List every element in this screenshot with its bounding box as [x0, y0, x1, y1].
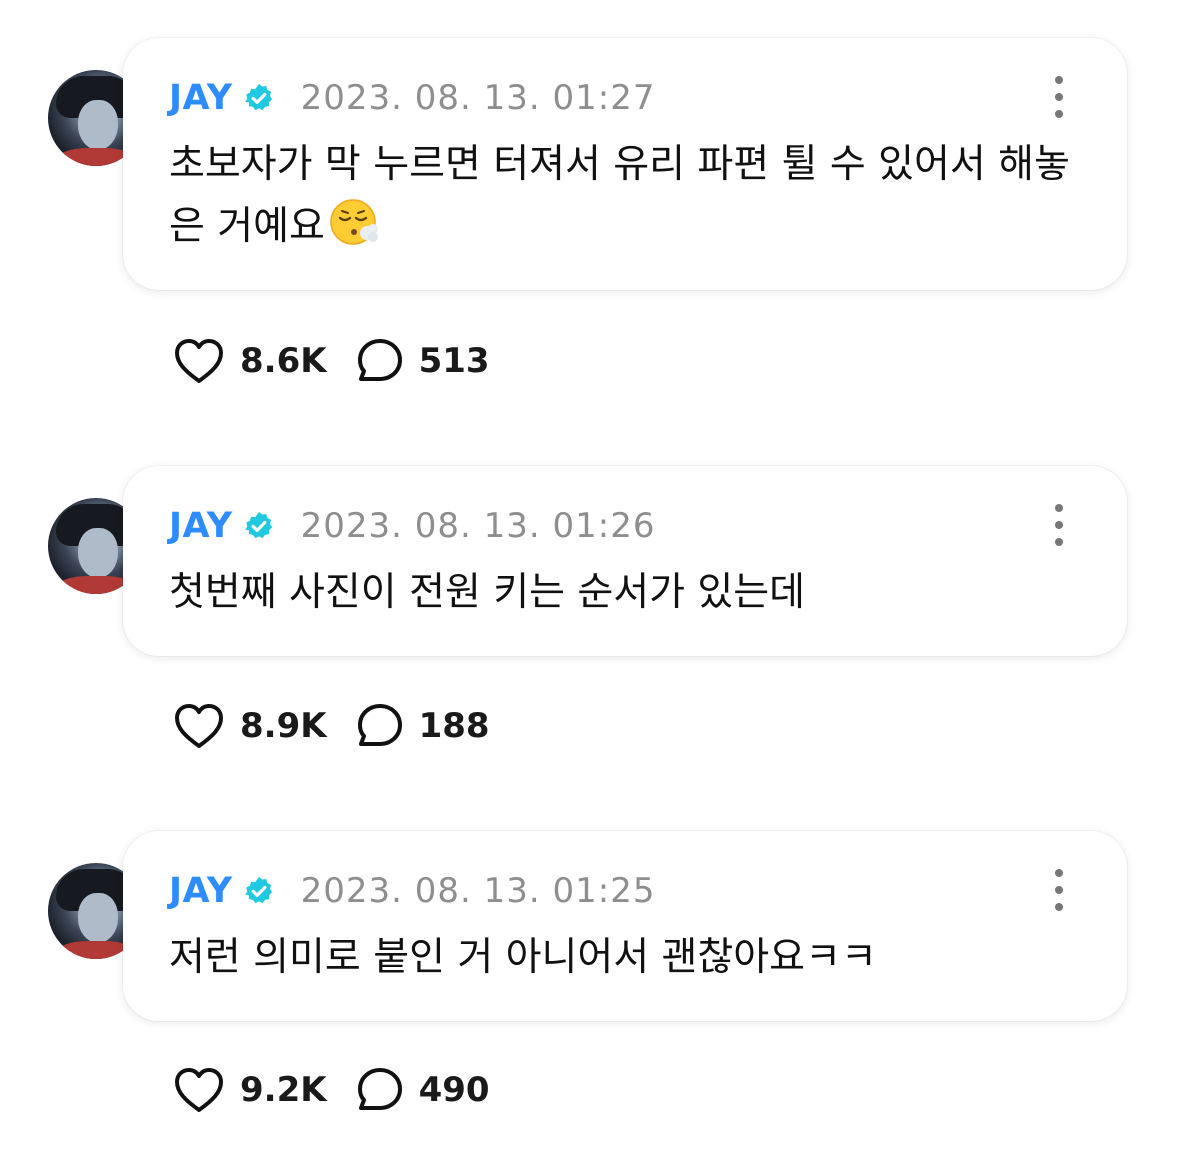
heart-icon [175, 339, 223, 383]
like-button[interactable]: 8.9K [172, 701, 327, 751]
comment-header: JAY 2023. 08. 13. 01:26 [169, 504, 656, 548]
comment-body: 저런 의미로 붙인 거 아니어서 괜찮아요ㅋㅋ [169, 935, 877, 980]
comment-text: 첫번째 사진이 전원 키는 순서가 있는데 [169, 562, 1089, 624]
like-button[interactable]: 8.6K [172, 336, 327, 386]
like-count: 8.9K [240, 706, 327, 746]
more-options-icon[interactable] [1045, 869, 1073, 911]
timestamp: 2023. 08. 13. 01:27 [300, 78, 656, 118]
verified-badge-icon [244, 512, 272, 539]
comment-body: 초보자가 막 누르면 터져서 유리 파편 튈 수 있어서 해놓은 거예요 [169, 142, 1070, 249]
comment-bubble-icon [357, 704, 402, 746]
verified-badge-icon [244, 84, 272, 111]
like-count: 8.6K [240, 341, 327, 381]
post-actions: 9.2K 490 [172, 1065, 490, 1115]
post-actions: 8.9K 188 [172, 701, 490, 751]
comment-body: 첫번째 사진이 전원 키는 순서가 있는데 [169, 570, 806, 615]
post-actions: 8.6K 513 [172, 336, 490, 386]
comment-bubble-icon [357, 339, 402, 381]
timestamp: 2023. 08. 13. 01:26 [300, 506, 656, 546]
comment-bubble: JAY 2023. 08. 13. 01:27 초보자가 막 누르면 터져서 유… [123, 38, 1127, 290]
comment-button[interactable]: 513 [355, 336, 490, 386]
comment-feed: JAY 2023. 08. 13. 01:27 초보자가 막 누르면 터져서 유… [0, 0, 1179, 1160]
face-exhaling-emoji [330, 199, 378, 245]
verified-badge-icon [244, 877, 272, 904]
timestamp: 2023. 08. 13. 01:25 [300, 871, 656, 911]
comment-header: JAY 2023. 08. 13. 01:25 [169, 869, 656, 913]
more-options-icon[interactable] [1045, 504, 1073, 546]
comment-text: 저런 의미로 붙인 거 아니어서 괜찮아요ㅋㅋ [169, 927, 1089, 989]
comment-text: 초보자가 막 누르면 터져서 유리 파편 튈 수 있어서 해놓은 거예요 [169, 134, 1089, 258]
comment-count: 513 [418, 341, 490, 381]
comment-header: JAY 2023. 08. 13. 01:27 [169, 76, 656, 120]
like-count: 9.2K [240, 1070, 327, 1110]
more-options-icon[interactable] [1045, 76, 1073, 118]
author-name[interactable]: JAY [169, 78, 233, 118]
comment-bubble: JAY 2023. 08. 13. 01:25 저런 의미로 붙인 거 아니어서… [123, 831, 1127, 1021]
like-button[interactable]: 9.2K [172, 1065, 327, 1115]
comment-bubble-icon [357, 1068, 402, 1110]
comment-count: 490 [418, 1070, 490, 1110]
comment-bubble: JAY 2023. 08. 13. 01:26 첫번째 사진이 전원 키는 순서… [123, 466, 1127, 656]
comment-count: 188 [418, 706, 490, 746]
author-name[interactable]: JAY [169, 506, 233, 546]
comment-button[interactable]: 490 [355, 1065, 490, 1115]
heart-icon [175, 1068, 223, 1112]
author-name[interactable]: JAY [169, 871, 233, 911]
heart-icon [175, 704, 223, 748]
comment-button[interactable]: 188 [355, 701, 490, 751]
